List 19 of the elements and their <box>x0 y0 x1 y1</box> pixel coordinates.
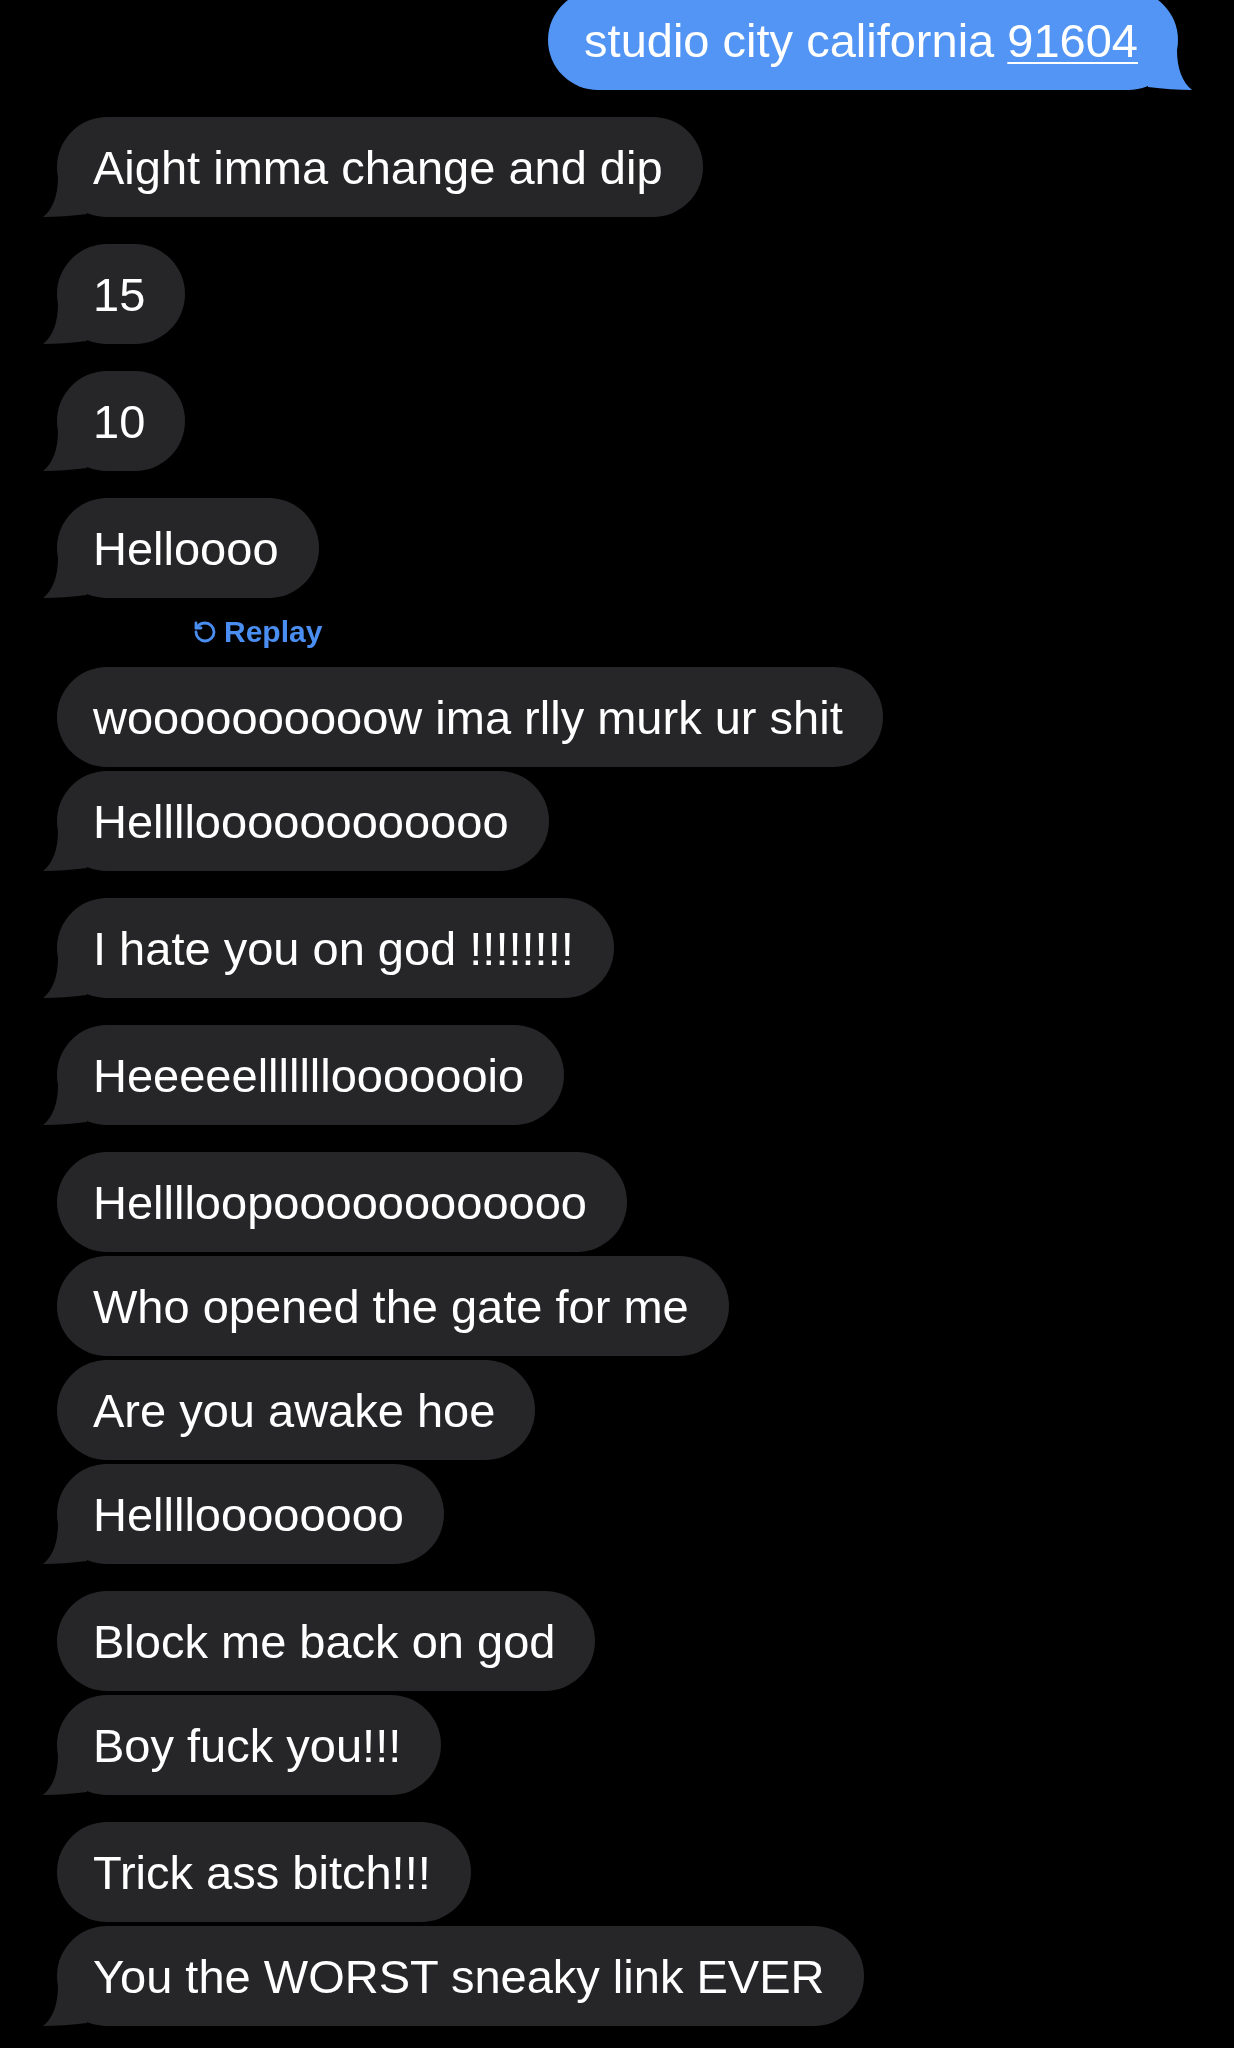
message-bubble: 15 <box>57 244 186 344</box>
message-bubble: Block me back on god <box>57 1591 596 1691</box>
message-bubble: Heeeeelllllllooooooio <box>57 1025 565 1125</box>
message-bubble: Helloooo <box>57 498 319 598</box>
message-bubble: Trick ass bitch!!! <box>57 1822 471 1922</box>
message-bubble: Boy fuck you!!! <box>57 1695 442 1795</box>
message-bubble: woooooooooow ima rlly murk ur shit <box>57 667 883 767</box>
message-bubble: 10 <box>57 371 186 471</box>
circular-arrow-icon <box>193 620 217 644</box>
replay-button[interactable]: Replay <box>193 615 323 649</box>
message-bubble: I hate you on god !!!!!!!! <box>57 898 614 998</box>
message-bubble: Who opened the gate for me <box>57 1256 729 1356</box>
message-text: studio city california 91604 <box>584 12 1138 68</box>
message-bubble: Are you awake hoe <box>57 1360 536 1460</box>
message-bubble: Aight imma change and dip <box>57 117 703 217</box>
message-bubble: Helllloopoooooooooooo <box>57 1152 627 1252</box>
message-bubble: Helllloooooooooooo <box>57 771 549 871</box>
message-bubble: You the WORST sneaky link EVER <box>57 1926 865 2026</box>
message-bubble: Helllloooooooo <box>57 1464 444 1564</box>
